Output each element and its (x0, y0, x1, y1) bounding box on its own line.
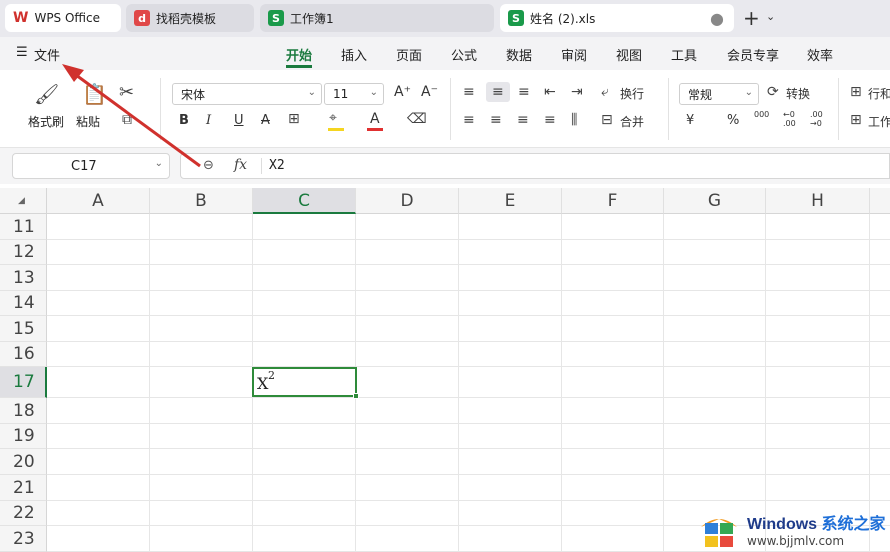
watermark-url: www.bjjmlv.com (747, 533, 845, 548)
windows-logo-icon (701, 518, 737, 547)
watermark-title-cn: 系统之家 (821, 515, 886, 533)
watermark-title: Windows (747, 515, 818, 533)
watermark: Windows 系统之家 www.bjjmlv.com (697, 505, 890, 552)
annotation-arrow (62, 64, 201, 168)
